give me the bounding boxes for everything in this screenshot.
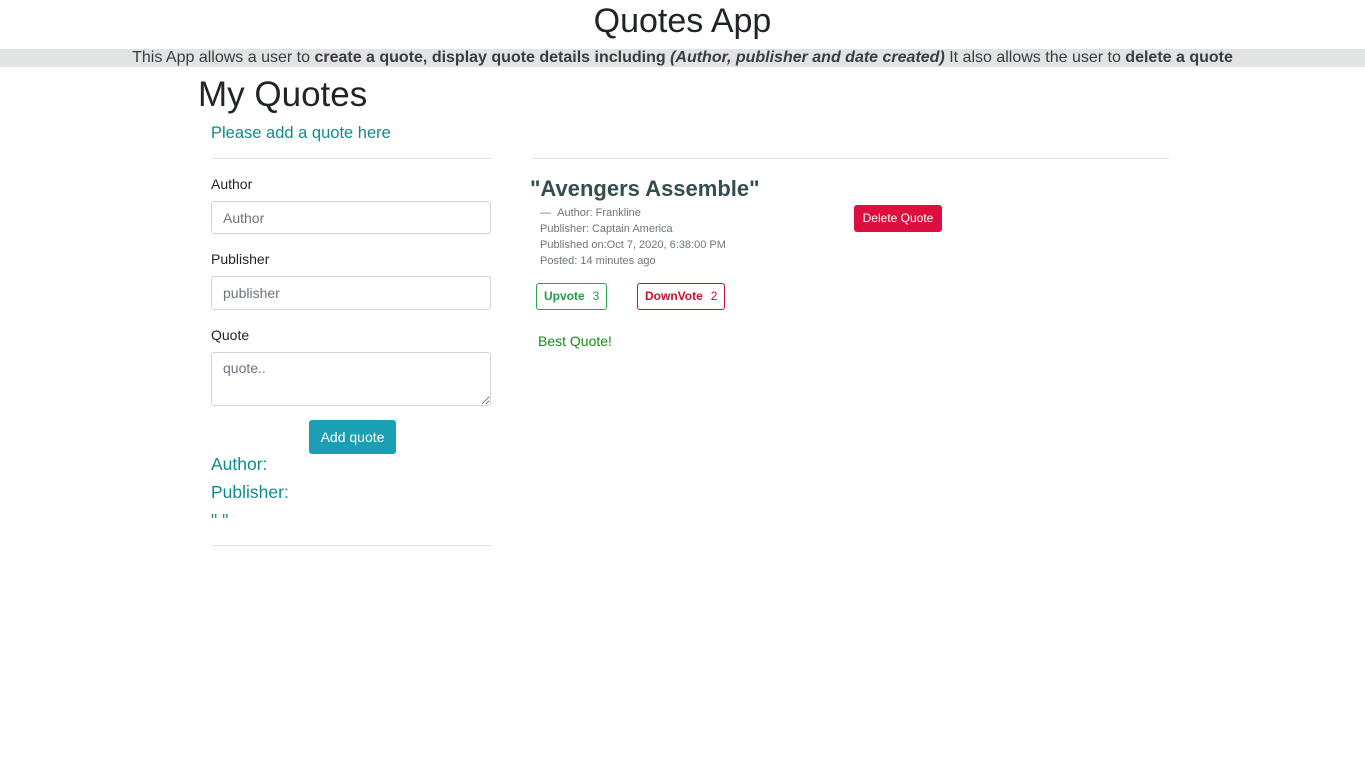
downvote-label: DownVote	[645, 289, 703, 303]
author-label: Author	[211, 176, 253, 192]
page-title: My Quotes	[198, 75, 368, 114]
quote-text: "Avengers Assemble"	[530, 176, 760, 201]
form-top-divider	[211, 158, 491, 159]
description-text-2: It also allows the user to	[944, 49, 1126, 66]
add-quote-button[interactable]: Add quote	[309, 420, 396, 454]
downvote-count: 2	[710, 289, 718, 303]
upvote-label: Upvote	[544, 289, 585, 303]
quote-posted-time: Posted: 14 minutes ago	[540, 255, 656, 267]
delete-quote-button[interactable]: Delete Quote	[854, 205, 942, 232]
form-bottom-divider	[211, 545, 491, 546]
description-text: This App allows a user to	[132, 49, 315, 66]
dash-icon: —	[540, 207, 551, 219]
best-quote-status: Best Quote!	[538, 333, 612, 349]
publisher-label: Publisher	[211, 251, 270, 267]
add-quote-heading: Please add a quote here	[211, 124, 391, 142]
quote-author: — Author: Frankline	[540, 206, 641, 220]
quotes-top-divider	[531, 158, 1169, 159]
publisher-input[interactable]	[211, 276, 491, 310]
app-title: Quotes App	[593, 2, 772, 40]
description-italic-details: (Author, publisher and date created)	[670, 49, 945, 66]
quote-label: Quote	[211, 327, 250, 343]
author-input[interactable]	[211, 201, 491, 234]
quote-published-date: Published on:Oct 7, 2020, 6:38:00 PM	[540, 239, 726, 251]
preview-author: Author:	[211, 454, 268, 474]
quote-publisher: Publisher: Captain America	[540, 223, 673, 235]
upvote-button[interactable]: Upvote 3	[536, 283, 607, 310]
downvote-button[interactable]: DownVote 2	[637, 283, 725, 310]
quote-textarea[interactable]	[211, 352, 491, 406]
preview-publisher: Publisher:	[211, 482, 289, 502]
upvote-count: 3	[592, 289, 600, 303]
description-bold-create: create a quote, display quote details in…	[314, 49, 671, 66]
preview-quote: " "	[211, 510, 229, 530]
app-description-bar: This App allows a user to create a quote…	[0, 49, 1365, 67]
quote-author-text: Author: Frankline	[557, 207, 641, 219]
description-bold-delete: delete a quote	[1125, 49, 1233, 66]
